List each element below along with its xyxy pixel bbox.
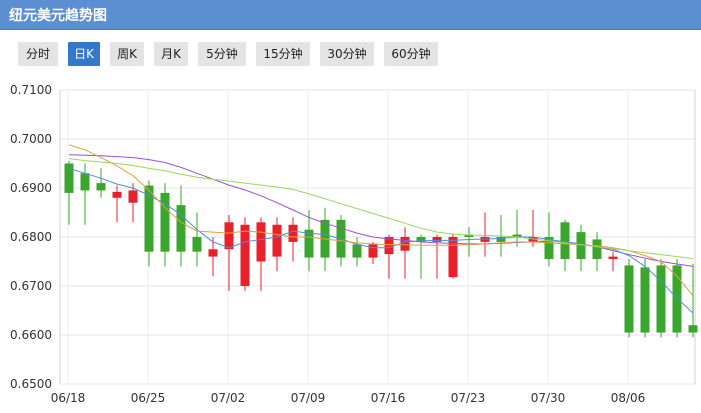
y-tick-label: 0.6800 [10,230,52,244]
candle-body [560,222,570,260]
tab-daily-k[interactable]: 日K [68,42,100,66]
candle-body [208,249,218,257]
x-tick-label: 06/25 [131,391,166,405]
tab-5min[interactable]: 5分钟 [198,42,246,66]
tab-weekly-k[interactable]: 周K [110,42,144,66]
candle-body [80,173,90,191]
candle-body [656,265,666,333]
y-tick-label: 0.6700 [10,279,52,293]
candle-body [240,224,250,286]
candle-body [432,237,442,242]
candle-body [624,265,634,333]
candle-body [64,163,74,193]
tab-60min[interactable]: 60分钟 [384,42,438,66]
y-tick-label: 0.6900 [10,181,52,195]
chart-header: 纽元美元趋势图 [0,0,701,30]
tab-30min[interactable]: 30分钟 [320,42,374,66]
x-tick-label: 08/06 [611,391,646,405]
x-tick-label: 07/02 [211,391,246,405]
candle-body [96,183,106,191]
candle-body [688,325,698,333]
x-tick-label: 07/30 [531,391,566,405]
tab-fenshi[interactable]: 分时 [18,42,58,66]
candle-body [592,239,602,260]
candle-body [288,224,298,242]
tab-15min[interactable]: 15分钟 [256,42,310,66]
candle-body [224,222,234,250]
candle-body [192,237,202,252]
x-tick-label: 07/23 [451,391,486,405]
y-tick-label: 0.6600 [10,328,52,342]
chart-title: 纽元美元趋势图 [9,8,107,24]
candle-body [608,256,618,260]
candle-body [368,244,378,258]
x-tick-label: 06/18 [51,391,86,405]
candle-body [352,244,362,258]
candle-body [256,222,266,262]
candle-body [128,190,138,203]
y-tick-label: 0.7100 [10,83,52,97]
candle-body [112,191,122,198]
y-tick-label: 0.6500 [10,377,52,391]
x-tick-label: 07/09 [291,391,326,405]
candle-body [672,265,682,333]
y-tick-label: 0.7000 [10,132,52,146]
x-tick-label: 07/16 [371,391,406,405]
candle-body [400,237,410,251]
candle-body [272,224,282,257]
candlestick-chart: 0.7100 0.7000 0.6900 0.6800 0.6700 0.6600 0.65… [10,83,698,405]
candle-body [640,267,650,333]
tab-monthly-k[interactable]: 月K [154,42,188,66]
